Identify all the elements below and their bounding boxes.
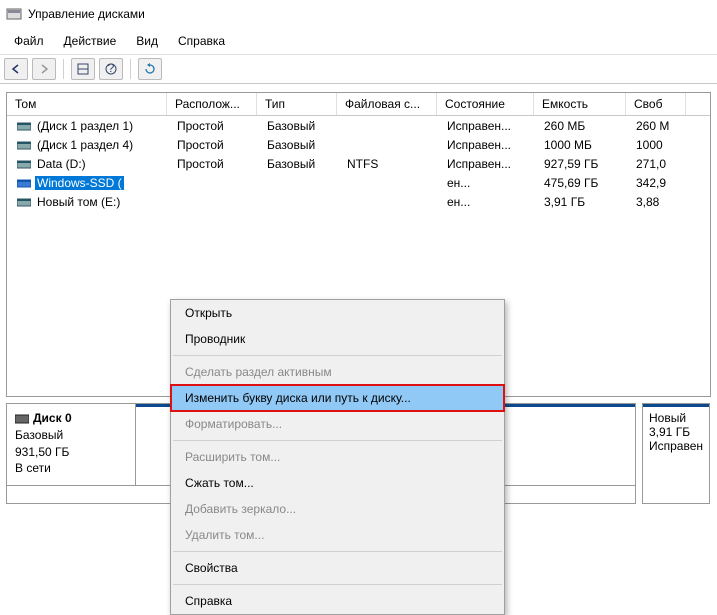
col-layout[interactable]: Располож... — [167, 93, 257, 115]
disk-name: Диск 0 — [33, 411, 72, 425]
table-row[interactable]: Data (D:) Простой Базовый NTFS Исправен.… — [7, 154, 710, 173]
col-filesystem[interactable]: Файловая с... — [337, 93, 437, 115]
partition-size: 3,91 ГБ — [649, 425, 703, 439]
col-volume[interactable]: Том — [7, 93, 167, 115]
volume-name: (Диск 1 раздел 4) — [35, 138, 135, 152]
menu-file[interactable]: Файл — [4, 30, 54, 52]
disk-icon — [15, 413, 29, 425]
ctx-explorer[interactable]: Проводник — [171, 326, 504, 352]
toolbar: ? — [0, 55, 717, 84]
col-status[interactable]: Состояние — [437, 93, 534, 115]
ctx-add-mirror: Добавить зеркало... — [171, 496, 504, 522]
toolbar-back-icon[interactable] — [4, 58, 28, 80]
svg-text:?: ? — [108, 63, 115, 75]
volume-name: Data (D:) — [35, 157, 88, 171]
menu-help[interactable]: Справка — [168, 30, 235, 52]
col-free[interactable]: Своб — [626, 93, 686, 115]
table-row[interactable]: (Диск 1 раздел 1) Простой Базовый Исправ… — [7, 116, 710, 135]
volume-icon — [17, 139, 31, 151]
ctx-properties[interactable]: Свойства — [171, 555, 504, 581]
table-header: Том Располож... Тип Файловая с... Состоя… — [7, 93, 710, 116]
menu-bar: Файл Действие Вид Справка — [0, 28, 717, 55]
menu-action[interactable]: Действие — [54, 30, 127, 52]
context-menu: Открыть Проводник Сделать раздел активны… — [170, 299, 505, 615]
volume-icon — [17, 120, 31, 132]
ctx-sep — [173, 355, 502, 356]
volume-icon — [17, 196, 31, 208]
ctx-sep — [173, 551, 502, 552]
toolbar-forward-icon[interactable] — [32, 58, 56, 80]
toolbar-help-icon[interactable]: ? — [99, 58, 123, 80]
ctx-format: Форматировать... — [171, 411, 504, 437]
ctx-change-letter[interactable]: Изменить букву диска или путь к диску... — [170, 384, 505, 412]
disk-info: Диск 0 Базовый 931,50 ГБ В сети — [7, 404, 135, 483]
disk-status: В сети — [15, 460, 127, 477]
ctx-open[interactable]: Открыть — [171, 300, 504, 326]
content-area: Том Располож... Тип Файловая с... Состоя… — [0, 92, 717, 504]
toolbar-layout-icon[interactable] — [71, 58, 95, 80]
col-type[interactable]: Тип — [257, 93, 337, 115]
volume-name: Новый том (E:) — [35, 195, 122, 209]
volume-name: (Диск 1 раздел 1) — [35, 119, 135, 133]
ctx-sep — [173, 584, 502, 585]
ctx-extend: Расширить том... — [171, 444, 504, 470]
disk-type: Базовый — [15, 427, 127, 444]
table-body: (Диск 1 раздел 1) Простой Базовый Исправ… — [7, 116, 710, 211]
toolbar-refresh-icon[interactable] — [138, 58, 162, 80]
ctx-make-active: Сделать раздел активным — [171, 359, 504, 385]
disk-size: 931,50 ГБ — [15, 444, 127, 461]
ctx-help[interactable]: Справка — [171, 588, 504, 614]
col-capacity[interactable]: Емкость — [534, 93, 626, 115]
disk-card-right[interactable]: Новый 3,91 ГБ Исправен — [642, 403, 710, 504]
ctx-delete: Удалить том... — [171, 522, 504, 548]
partition-name: Новый — [649, 411, 703, 425]
volume-name: Windows-SSD ( — [35, 176, 124, 190]
toolbar-sep2 — [130, 59, 131, 79]
volume-icon — [17, 158, 31, 170]
window-title: Управление дисками — [28, 7, 145, 21]
partition-state: Исправен — [649, 439, 703, 453]
toolbar-sep — [63, 59, 64, 79]
title-bar: Управление дисками — [0, 0, 717, 28]
ctx-shrink[interactable]: Сжать том... — [171, 470, 504, 496]
table-row[interactable]: Новый том (E:) ен... 3,91 ГБ 3,88 — [7, 192, 710, 211]
menu-view[interactable]: Вид — [126, 30, 168, 52]
volume-icon — [17, 177, 31, 189]
table-row[interactable]: Windows-SSD ( ен... 475,69 ГБ 342,9 — [7, 173, 710, 192]
ctx-sep — [173, 440, 502, 441]
table-row[interactable]: (Диск 1 раздел 4) Простой Базовый Исправ… — [7, 135, 710, 154]
app-icon — [6, 6, 22, 22]
